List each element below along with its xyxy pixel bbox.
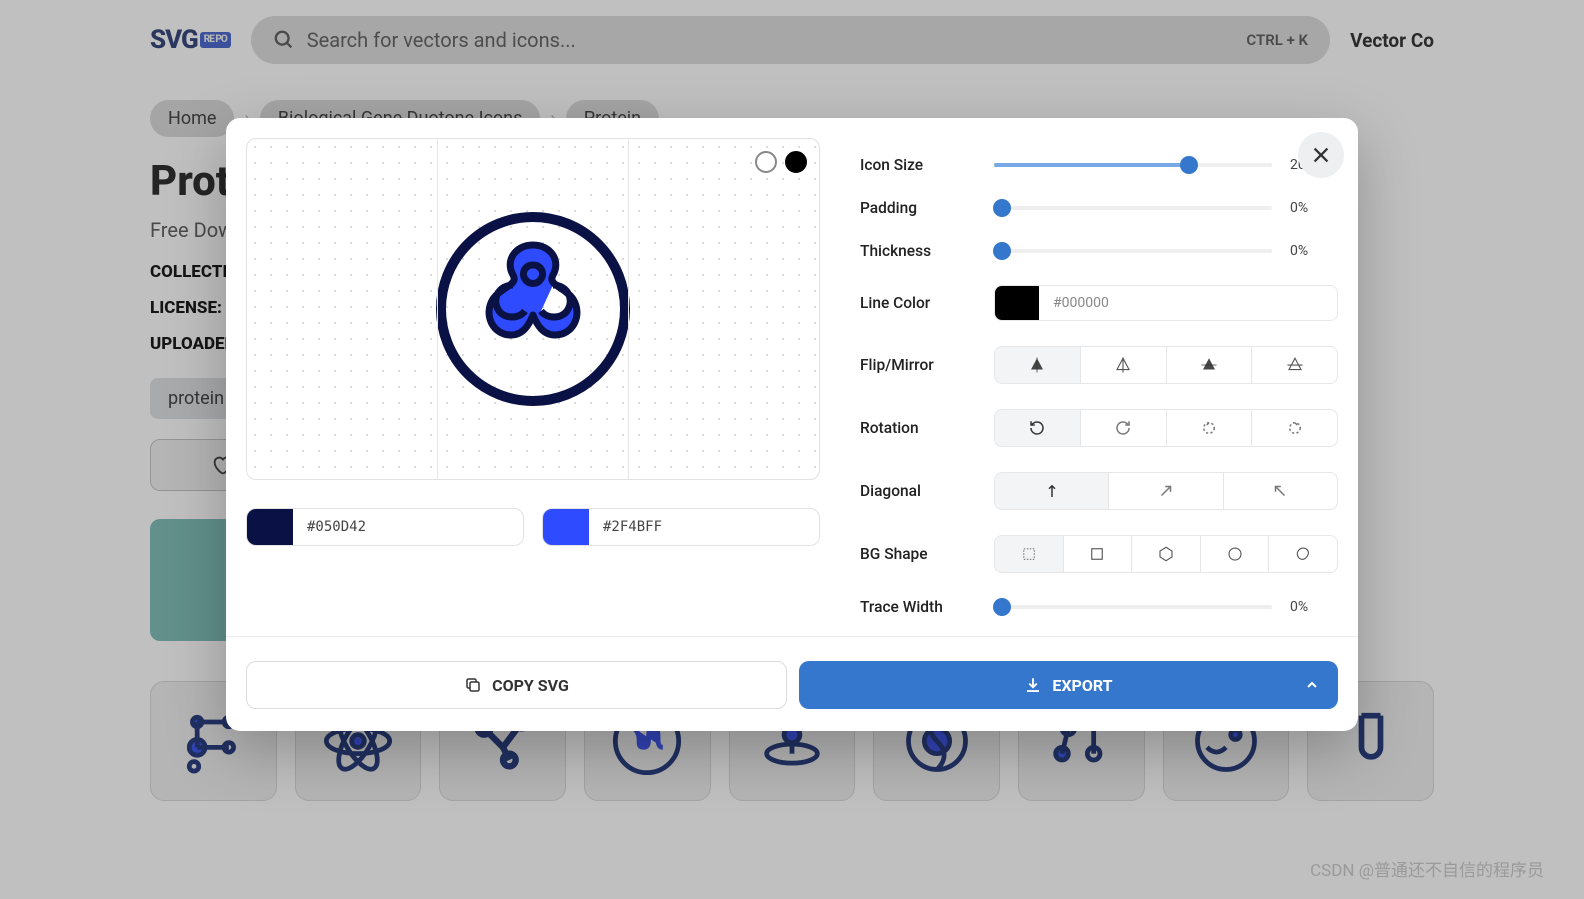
line-color-input[interactable]	[994, 285, 1338, 321]
controls-column: Icon Size 200px Padding 0% Thickness 0% …	[860, 138, 1338, 616]
color-swatch-2[interactable]	[543, 509, 589, 545]
rotate-ccw-button[interactable]	[995, 410, 1080, 446]
control-thickness: Thickness 0%	[860, 242, 1338, 260]
diag-nw-button[interactable]	[1223, 473, 1337, 509]
control-trace-width: Trace Width 0%	[860, 598, 1338, 616]
icon-size-slider[interactable]	[994, 163, 1272, 167]
control-flip: Flip/Mirror	[860, 346, 1338, 384]
flip-h2-button[interactable]	[1080, 347, 1166, 383]
download-icon	[1024, 676, 1042, 694]
control-padding: Padding 0%	[860, 199, 1338, 217]
color-hex-1[interactable]: #050D42	[293, 509, 523, 545]
color-inputs: #050D42 #2F4BFF	[246, 508, 820, 546]
diag-up-button[interactable]	[995, 473, 1108, 509]
close-icon	[1310, 144, 1332, 166]
control-diagonal: Diagonal	[860, 472, 1338, 510]
bg-white-button[interactable]	[755, 151, 777, 173]
export-button[interactable]: EXPORT	[799, 661, 1338, 709]
color-swatch-1[interactable]	[247, 509, 293, 545]
bg-toggle	[755, 151, 807, 173]
protein-icon	[433, 209, 633, 409]
bg-blob-button[interactable]	[1268, 536, 1337, 572]
flip-v2-button[interactable]	[1251, 347, 1337, 383]
close-button[interactable]	[1298, 132, 1344, 178]
copy-svg-button[interactable]: COPY SVG	[246, 661, 787, 709]
trace-width-slider[interactable]	[994, 605, 1272, 609]
rotate-ccw45-button[interactable]	[1166, 410, 1252, 446]
control-icon-size: Icon Size 200px	[860, 156, 1338, 174]
chevron-up-icon[interactable]	[1304, 677, 1320, 693]
diag-ne-button[interactable]	[1108, 473, 1222, 509]
rotate-cw-button[interactable]	[1080, 410, 1166, 446]
bg-none-button[interactable]	[995, 536, 1063, 572]
rotate-cw45-button[interactable]	[1251, 410, 1337, 446]
thickness-slider[interactable]	[994, 249, 1272, 253]
line-color-swatch[interactable]	[995, 286, 1039, 320]
bg-circle-button[interactable]	[1200, 536, 1269, 572]
preview-column: #050D42 #2F4BFF	[246, 138, 820, 616]
icon-preview	[246, 138, 820, 480]
modal-footer: COPY SVG EXPORT	[226, 636, 1358, 731]
padding-slider[interactable]	[994, 206, 1272, 210]
watermark: CSDN @普通还不自信的程序员	[1310, 856, 1544, 881]
control-rotation: Rotation	[860, 409, 1338, 447]
control-bg-shape: BG Shape	[860, 535, 1338, 573]
line-color-field[interactable]	[1039, 286, 1337, 320]
modal-overlay[interactable]: #050D42 #2F4BFF Icon Size 200px Padding	[0, 0, 1584, 899]
bg-square-button[interactable]	[1063, 536, 1132, 572]
flip-h-button[interactable]	[995, 347, 1080, 383]
editor-modal: #050D42 #2F4BFF Icon Size 200px Padding	[226, 118, 1358, 731]
color-input-1[interactable]: #050D42	[246, 508, 524, 546]
bg-black-button[interactable]	[785, 151, 807, 173]
flip-v-button[interactable]	[1166, 347, 1252, 383]
copy-icon	[464, 676, 482, 694]
control-line-color: Line Color	[860, 285, 1338, 321]
bg-hexagon-button[interactable]	[1131, 536, 1200, 572]
color-input-2[interactable]: #2F4BFF	[542, 508, 820, 546]
color-hex-2[interactable]: #2F4BFF	[589, 509, 819, 545]
